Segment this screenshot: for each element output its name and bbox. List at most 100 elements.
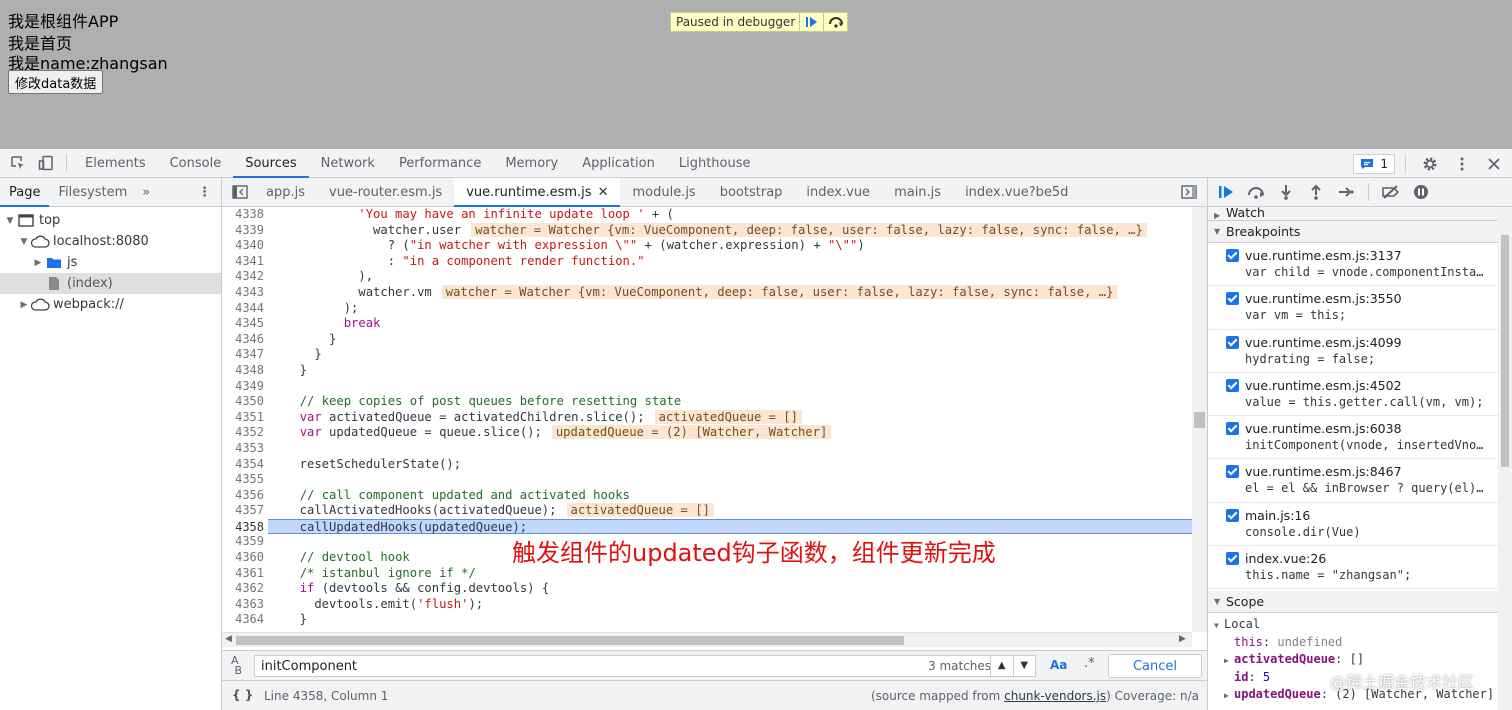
line-number[interactable]: 4339 <box>222 223 264 239</box>
chevron-down-icon[interactable]: ▼ <box>1012 656 1036 676</box>
breakpoints-section-header[interactable]: ▼ Breakpoints <box>1208 221 1512 243</box>
scope-variable[interactable]: this: undefined <box>1208 634 1512 652</box>
breakpoint-item[interactable]: vue.runtime.esm.js:6038 initComponent(vno… <box>1208 416 1512 460</box>
navigator-menu-icon[interactable]: ⋮ <box>198 178 211 207</box>
file-tab[interactable]: vue-router.esm.js <box>317 178 454 207</box>
tree-item[interactable]: ▼ localhost:8080 <box>0 231 221 252</box>
source-map-link[interactable]: chunk-vendors.js <box>1004 689 1106 703</box>
toggle-debugger-icon[interactable] <box>1175 178 1203 206</box>
kebab-menu-icon[interactable] <box>1448 150 1476 178</box>
line-number[interactable]: 4351 <box>222 410 264 426</box>
line-number[interactable]: 4349 <box>222 379 264 395</box>
breakpoint-checkbox[interactable] <box>1226 249 1239 262</box>
line-number[interactable]: 4340 <box>222 238 264 254</box>
line-number[interactable]: 4346 <box>222 332 264 348</box>
scope-section-header[interactable]: ▼ Scope <box>1208 591 1512 614</box>
gear-icon[interactable] <box>1416 150 1444 178</box>
horizontal-scrollbar[interactable]: ◀ ▶ <box>222 632 1192 647</box>
line-number[interactable]: 4341 <box>222 254 264 270</box>
modify-data-button[interactable]: 修改data数据 <box>8 70 104 94</box>
line-number[interactable]: 4338 <box>222 207 264 223</box>
nav-tab-filesystem[interactable]: Filesystem <box>49 178 136 207</box>
more-tabs-icon[interactable]: » <box>136 185 156 200</box>
issues-button[interactable]: 1 <box>1353 153 1395 174</box>
expand-icon[interactable]: ▶ <box>18 300 30 310</box>
line-number[interactable]: 4356 <box>222 488 264 504</box>
match-case-button[interactable]: Aa <box>1050 658 1067 672</box>
breakpoint-checkbox[interactable] <box>1226 335 1239 349</box>
close-tab-icon[interactable]: ✕ <box>598 185 609 200</box>
collapse-icon[interactable]: ▼ <box>4 216 16 226</box>
device-toolbar-icon[interactable] <box>32 149 60 177</box>
tab-network[interactable]: Network <box>309 149 387 178</box>
tab-application[interactable]: Application <box>570 149 667 178</box>
breakpoint-item[interactable]: vue.runtime.esm.js:3550 var vm = this; <box>1208 286 1512 330</box>
step-out-icon[interactable] <box>1302 179 1330 205</box>
tree-item[interactable]: ▶ js <box>0 252 221 273</box>
file-tab[interactable]: module.js <box>620 178 707 207</box>
breakpoint-checkbox[interactable] <box>1226 378 1239 392</box>
pretty-print-icon[interactable]: { } <box>232 688 253 702</box>
cancel-search-button[interactable]: Cancel <box>1108 654 1202 678</box>
tab-lighthouse[interactable]: Lighthouse <box>667 149 763 178</box>
line-number[interactable]: 4362 <box>222 581 264 597</box>
tab-console[interactable]: Console <box>158 149 234 178</box>
line-number[interactable]: 4363 <box>222 597 264 613</box>
line-number[interactable]: 4348 <box>222 363 264 379</box>
nav-tab-page[interactable]: Page <box>0 178 50 207</box>
file-tab[interactable]: main.js <box>882 178 953 207</box>
line-number[interactable]: 4347 <box>222 347 264 363</box>
replace-toggle-icon[interactable]: A B <box>231 655 242 676</box>
pause-on-exceptions-icon[interactable] <box>1407 179 1435 205</box>
search-input[interactable] <box>254 655 1034 677</box>
breakpoint-checkbox[interactable] <box>1226 508 1239 522</box>
step-over-icon[interactable] <box>1242 179 1270 205</box>
line-number[interactable]: 4355 <box>222 472 264 488</box>
tree-item[interactable]: ▶ webpack:// <box>0 294 221 315</box>
line-number[interactable]: 4345 <box>222 316 264 332</box>
breakpoint-item[interactable]: vue.runtime.esm.js:4502 value = this.gett… <box>1208 373 1512 417</box>
line-number[interactable]: 4354 <box>222 457 264 473</box>
scope-local-header[interactable]: ▼ Local <box>1208 616 1512 634</box>
tab-memory[interactable]: Memory <box>493 149 570 178</box>
step-over-icon[interactable] <box>823 13 847 31</box>
step-into-icon[interactable] <box>1272 179 1300 205</box>
regex-button[interactable]: .* <box>1084 656 1095 671</box>
toggle-navigator-icon[interactable] <box>226 178 254 206</box>
line-number[interactable]: 4357 <box>222 503 264 519</box>
file-tab[interactable]: bootstrap <box>708 178 795 207</box>
breakpoint-checkbox[interactable] <box>1226 552 1239 566</box>
breakpoint-checkbox[interactable] <box>1226 465 1239 479</box>
tree-item[interactable]: (index) <box>0 273 221 294</box>
breakpoint-checkbox[interactable] <box>1226 292 1239 306</box>
line-number[interactable]: 4343 <box>222 285 264 301</box>
breakpoint-checkbox[interactable] <box>1226 422 1239 436</box>
tab-sources[interactable]: Sources <box>233 149 309 178</box>
watch-section-header[interactable]: ▶ Watch <box>1208 207 1512 221</box>
line-number[interactable]: 4358 <box>222 520 264 536</box>
expand-icon[interactable]: ▶ <box>1224 687 1234 705</box>
deactivate-breakpoints-icon[interactable] <box>1377 179 1405 205</box>
expand-icon[interactable]: ▶ <box>32 258 44 268</box>
inspect-element-icon[interactable] <box>4 149 32 177</box>
chevron-up-icon[interactable]: ▲ <box>991 656 1013 676</box>
breakpoint-item[interactable]: index.vue:26 this.name = "zhangsan"; <box>1208 546 1512 590</box>
line-number[interactable]: 4360 <box>222 550 264 566</box>
line-number[interactable]: 4344 <box>222 301 264 317</box>
debugger-scrollbar[interactable] <box>1498 207 1512 710</box>
file-tab[interactable]: app.js <box>254 178 317 207</box>
breakpoint-item[interactable]: vue.runtime.esm.js:4099 hydrating = false… <box>1208 330 1512 373</box>
line-number[interactable]: 4352 <box>222 425 264 441</box>
collapse-icon[interactable]: ▼ <box>18 237 30 247</box>
breakpoint-item[interactable]: main.js:16 console.dir(Vue) <box>1208 503 1512 547</box>
step-icon[interactable] <box>1332 179 1360 205</box>
line-number[interactable]: 4342 <box>222 269 264 285</box>
close-icon[interactable] <box>1480 150 1508 178</box>
breakpoint-item[interactable]: vue.runtime.esm.js:8467 el = el && inBrow… <box>1208 459 1512 503</box>
tab-elements[interactable]: Elements <box>73 149 158 178</box>
resume-icon[interactable] <box>1212 179 1240 205</box>
resume-icon[interactable] <box>799 13 823 31</box>
tab-performance[interactable]: Performance <box>387 149 493 178</box>
line-number[interactable]: 4353 <box>222 441 264 457</box>
expand-icon[interactable]: ▶ <box>1224 652 1234 670</box>
